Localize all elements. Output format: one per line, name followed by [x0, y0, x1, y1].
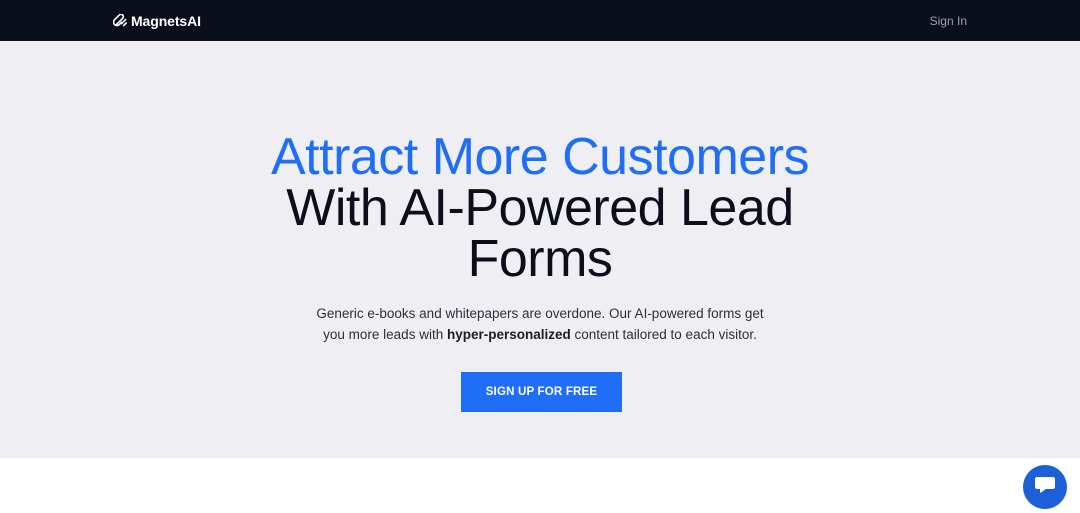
description-line-2-start: you more leads with	[323, 327, 447, 342]
description-line-1: Generic e-books and whitepapers are over…	[316, 306, 764, 321]
headline-line-2: With AI-Powered Lead	[286, 179, 794, 237]
headline-line-3: Forms	[467, 230, 613, 288]
hero-section: Attract More Customers With AI-Powered L…	[0, 41, 1080, 458]
sign-in-link[interactable]: Sign In	[930, 14, 967, 28]
description-line-2-end: content tailored to each visitor.	[570, 327, 757, 342]
sign-up-button[interactable]: SIGN UP FOR FREE	[461, 372, 622, 412]
chat-widget-button[interactable]	[1023, 465, 1067, 509]
brand-name: MagnetsAI	[131, 12, 201, 29]
lower-section	[0, 458, 1080, 513]
magnet-icon	[112, 13, 127, 28]
hero-headline: Attract More Customers With AI-Powered L…	[0, 128, 1080, 288]
brand-logo-link[interactable]: MagnetsAI	[112, 12, 201, 29]
headline-accent-line: Attract More Customers	[270, 128, 810, 186]
hero-description: Generic e-books and whitepapers are over…	[0, 303, 1080, 345]
chat-bubble-icon	[1034, 475, 1056, 500]
description-emphasis: hyper-personalized	[446, 327, 571, 342]
top-navbar: MagnetsAI Sign In	[0, 0, 1080, 41]
